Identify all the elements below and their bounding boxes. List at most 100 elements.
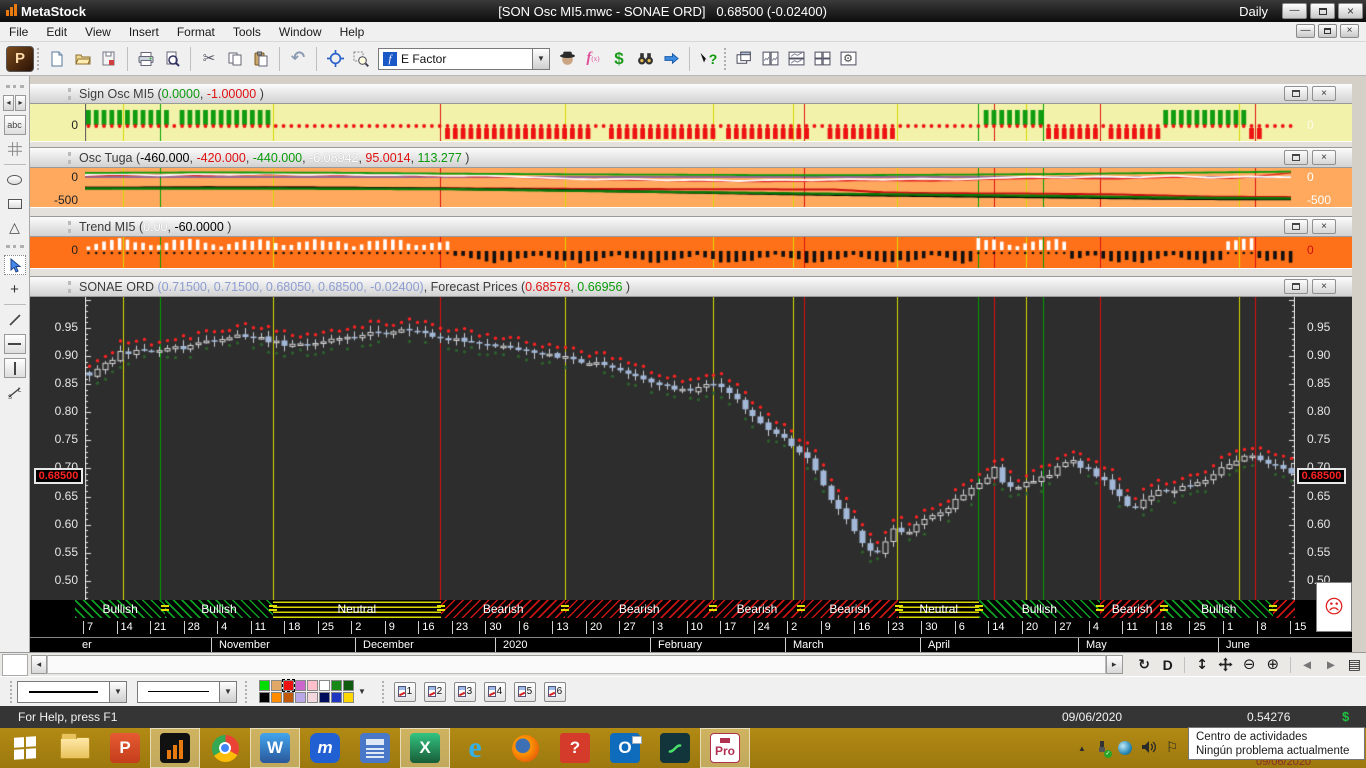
copy-button[interactable] bbox=[222, 46, 248, 72]
layout-button-2[interactable]: 2 bbox=[424, 682, 446, 702]
palette-dropdown[interactable]: ▼ bbox=[358, 687, 366, 696]
crosshair-pointer-button[interactable] bbox=[322, 46, 348, 72]
color-swatch[interactable] bbox=[331, 692, 342, 703]
taskbar-powerpoint-icon[interactable]: P bbox=[100, 728, 150, 768]
layout-button-6[interactable]: 6 bbox=[544, 682, 566, 702]
panel-close-button[interactable]: × bbox=[1312, 150, 1336, 165]
taskbar-start-icon[interactable] bbox=[0, 728, 50, 768]
color-swatch[interactable] bbox=[343, 680, 354, 691]
color-swatch[interactable] bbox=[307, 692, 318, 703]
scroll-right-button[interactable]: ▸ bbox=[1106, 655, 1123, 674]
undo-button[interactable]: ↶ bbox=[285, 46, 311, 72]
child-close-button[interactable]: × bbox=[1340, 24, 1359, 38]
panel-close-button[interactable]: × bbox=[1312, 219, 1336, 234]
pointer-tool[interactable] bbox=[4, 255, 26, 275]
osc-tuga-chart[interactable] bbox=[85, 168, 1295, 207]
taskbar-snagit-icon[interactable] bbox=[650, 728, 700, 768]
color-swatch[interactable] bbox=[283, 692, 294, 703]
trendline-tool[interactable] bbox=[4, 310, 26, 330]
cascade-windows-button[interactable] bbox=[731, 46, 757, 72]
pan-button[interactable] bbox=[1214, 655, 1238, 675]
crosshair-tool[interactable]: + bbox=[4, 279, 26, 299]
indicator-quicklist[interactable]: f E Factor ▼ bbox=[378, 48, 550, 70]
paste-button[interactable] bbox=[248, 46, 274, 72]
action-center-flag-icon[interactable]: ⚐ bbox=[1166, 741, 1179, 755]
text-tool[interactable]: abc bbox=[4, 115, 26, 135]
taskbar-firefox-icon[interactable] bbox=[500, 728, 550, 768]
trend-chart[interactable] bbox=[85, 237, 1295, 268]
restore-button[interactable] bbox=[1310, 3, 1335, 19]
panel-close-button[interactable]: × bbox=[1312, 279, 1336, 294]
panel-splitter[interactable] bbox=[30, 141, 1352, 148]
color-swatch[interactable] bbox=[271, 692, 282, 703]
color-swatch[interactable] bbox=[343, 692, 354, 703]
menu-item-tools[interactable]: Tools bbox=[224, 23, 270, 41]
explorer-button[interactable] bbox=[554, 46, 580, 72]
print-button[interactable] bbox=[133, 46, 159, 72]
minimize-button[interactable]: — bbox=[1282, 3, 1307, 19]
price-panel[interactable]: 0.68500 0.68500 0.950.950.900.900.850.85… bbox=[30, 297, 1352, 600]
power-console-button[interactable]: P bbox=[6, 46, 34, 72]
panel-header-osc-tuga[interactable]: Osc Tuga (-460.000, -420.000, -440.000, … bbox=[30, 148, 1352, 168]
line-style-dropdown[interactable]: ▼ bbox=[17, 681, 127, 703]
daily-periodicity-button[interactable]: D bbox=[1156, 655, 1180, 675]
chart-list-button[interactable]: ▤ bbox=[1343, 655, 1366, 675]
layout-button-5[interactable]: 5 bbox=[514, 682, 536, 702]
horizontal-line-tool[interactable] bbox=[4, 334, 26, 354]
volume-icon[interactable] bbox=[1141, 740, 1157, 757]
previous-chart-button[interactable]: ◂ bbox=[1295, 655, 1319, 675]
color-swatch[interactable] bbox=[271, 680, 282, 691]
panel-maximize-button[interactable] bbox=[1284, 86, 1308, 101]
save-button[interactable] bbox=[96, 46, 122, 72]
menu-item-edit[interactable]: Edit bbox=[37, 23, 76, 41]
horizontal-scrollbar[interactable] bbox=[47, 655, 1106, 674]
network-icon[interactable] bbox=[1118, 741, 1132, 755]
system-tester-button[interactable]: $ bbox=[606, 46, 632, 72]
panel-close-button[interactable]: × bbox=[1312, 86, 1336, 101]
tile-vertical-button[interactable] bbox=[757, 46, 783, 72]
color-swatch[interactable] bbox=[259, 692, 270, 703]
zoom-out-button[interactable]: ⊖ bbox=[1237, 655, 1261, 675]
taskbar-metastock-icon[interactable] bbox=[150, 728, 200, 768]
search-binoculars-button[interactable] bbox=[632, 46, 658, 72]
ellipse-tool[interactable] bbox=[4, 170, 26, 190]
scroll-right-tool[interactable]: ▸ bbox=[15, 95, 26, 111]
color-swatch[interactable] bbox=[307, 680, 318, 691]
context-help-button[interactable]: ? bbox=[695, 46, 721, 72]
taskbar-excel-icon[interactable]: X bbox=[400, 728, 450, 768]
taskbar-file-explorer-icon[interactable] bbox=[50, 728, 100, 768]
color-swatch[interactable] bbox=[295, 692, 306, 703]
panel-maximize-button[interactable] bbox=[1284, 279, 1308, 294]
panel-header-sign-osc[interactable]: Sign Osc MI5 (0.0000, -1.00000 ) × bbox=[30, 84, 1352, 104]
layout-button-3[interactable]: 3 bbox=[454, 682, 476, 702]
refresh-button[interactable]: ↻ bbox=[1132, 655, 1156, 675]
sign-osc-panel[interactable]: 00 bbox=[30, 104, 1352, 141]
sl-trendline-tool[interactable]: SL bbox=[4, 382, 26, 402]
color-swatch[interactable] bbox=[283, 680, 294, 691]
candlestick-chart[interactable] bbox=[85, 297, 1295, 600]
menu-item-format[interactable]: Format bbox=[168, 23, 224, 41]
triangle-tool[interactable]: △ bbox=[4, 218, 26, 238]
rectangle-tool[interactable] bbox=[4, 194, 26, 214]
taskbar-maxthon-icon[interactable]: m bbox=[300, 728, 350, 768]
color-swatch[interactable] bbox=[319, 692, 330, 703]
child-restore-button[interactable] bbox=[1318, 24, 1337, 38]
taskbar-chrome-icon[interactable] bbox=[200, 728, 250, 768]
usb-device-icon[interactable]: ✓ bbox=[1095, 740, 1109, 757]
taskbar-word-icon[interactable]: W bbox=[250, 728, 300, 768]
scroll-left-tool[interactable]: ◂ bbox=[3, 95, 14, 111]
fit-vertical-button[interactable]: ↕ bbox=[1190, 655, 1214, 675]
menu-item-window[interactable]: Window bbox=[270, 23, 331, 41]
zoom-tool-button[interactable] bbox=[348, 46, 374, 72]
grid-tool[interactable] bbox=[4, 139, 26, 159]
go-arrow-button[interactable] bbox=[658, 46, 684, 72]
taskbar-metastock-pro-icon[interactable]: Pro bbox=[700, 728, 750, 768]
open-button[interactable] bbox=[70, 46, 96, 72]
osc-tuga-panel[interactable]: 0-5000-500 bbox=[30, 168, 1352, 207]
menu-item-file[interactable]: File bbox=[0, 23, 37, 41]
next-chart-button[interactable]: ▸ bbox=[1319, 655, 1343, 675]
panel-maximize-button[interactable] bbox=[1284, 219, 1308, 234]
trend-panel[interactable]: 00 bbox=[30, 237, 1352, 268]
menu-item-insert[interactable]: Insert bbox=[120, 23, 168, 41]
menu-item-help[interactable]: Help bbox=[331, 23, 374, 41]
